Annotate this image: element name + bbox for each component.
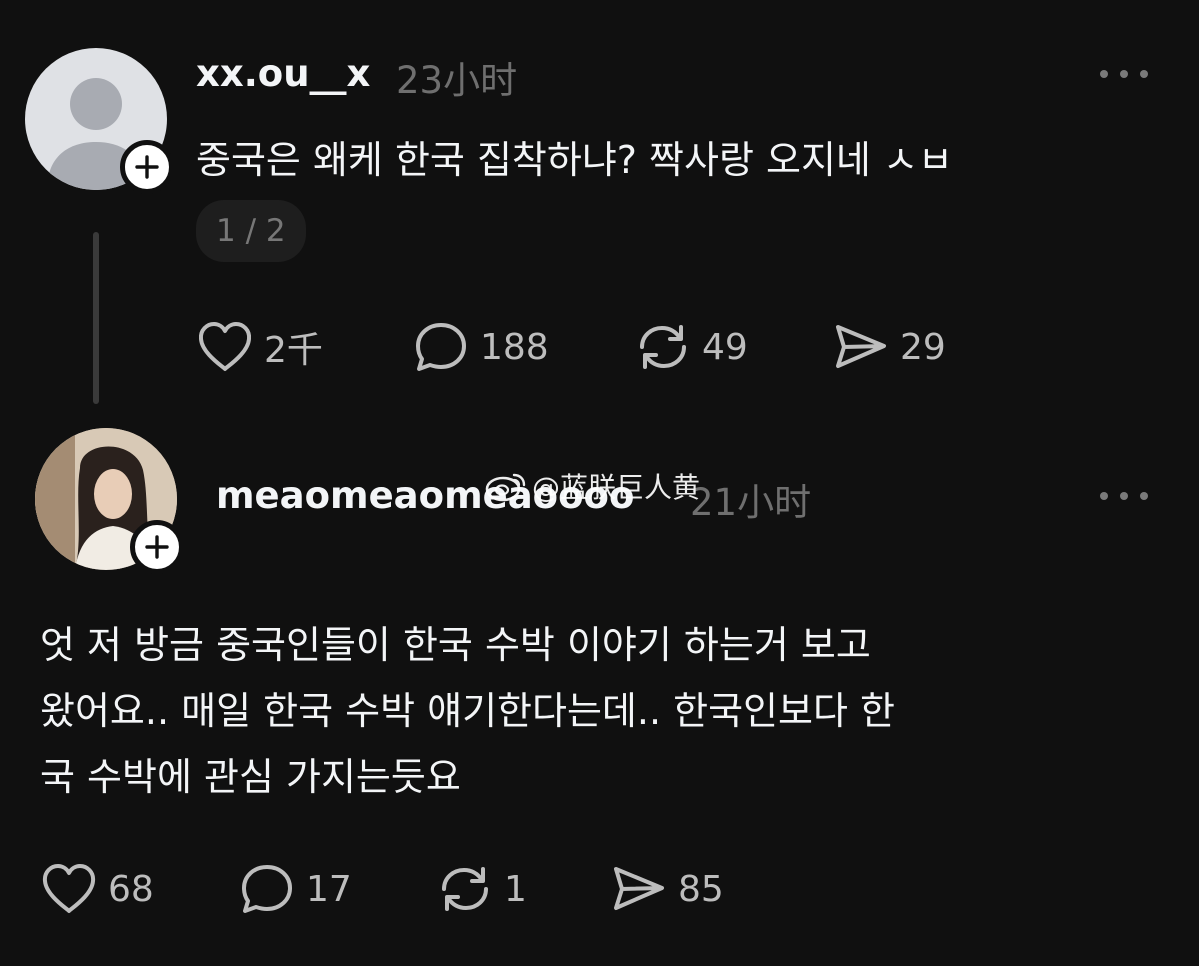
share-button[interactable]: 29	[832, 320, 946, 374]
post-text: 중국은 왜케 한국 집착하냐? 짝사랑 오지네 ㅅㅂ	[196, 130, 953, 190]
post-text-line: 왔어요.. 매일 한국 수박 얘기한다는데.. 한국인보다 한	[40, 689, 895, 733]
send-icon	[614, 867, 664, 910]
post-text-line: 국 수박에 관심 가지는듯요	[40, 755, 461, 799]
repost-button[interactable]: 1	[436, 862, 527, 916]
comment-icon	[416, 323, 466, 371]
more-options-icon[interactable]	[1100, 490, 1148, 502]
post-text-line: 엇 저 방금 중국인들이 한국 수박 이야기 하는거 보고	[40, 623, 871, 667]
thread-line	[93, 232, 99, 404]
reply-button[interactable]: 188	[412, 320, 549, 374]
heart-icon	[198, 322, 252, 371]
username[interactable]: xx.ou__x	[196, 52, 370, 95]
repost-count: 1	[504, 868, 527, 910]
repost-icon	[442, 867, 488, 911]
share-count: 85	[678, 868, 724, 910]
like-count: 2千	[264, 330, 323, 371]
share-count: 29	[900, 326, 946, 368]
plus-icon	[135, 155, 159, 179]
heart-icon	[42, 864, 96, 913]
weibo-logo-icon	[485, 473, 526, 502]
repost-button[interactable]: 49	[634, 320, 748, 374]
like-button[interactable]: 2千	[196, 320, 323, 374]
share-button[interactable]: 85	[610, 862, 724, 916]
post-text: 엇 저 방금 중국인들이 한국 수박 이야기 하는거 보고 왔어요.. 매일 한…	[40, 612, 895, 810]
repost-count: 49	[702, 326, 748, 368]
image-pager-badge: 1 / 2	[196, 200, 306, 262]
reply-count: 17	[306, 868, 352, 910]
comment-icon	[242, 865, 292, 913]
repost-icon	[640, 325, 686, 369]
weibo-watermark: @蓝朕巨人黄	[484, 466, 700, 506]
reply-count: 188	[480, 326, 549, 368]
timestamp: 23小时	[396, 59, 518, 102]
more-options-icon[interactable]	[1100, 68, 1148, 80]
post-text-line: 중국은 왜케 한국 집착하냐? 짝사랑 오지네 ㅅㅂ	[196, 138, 953, 182]
like-button[interactable]: 68	[40, 862, 154, 916]
plus-icon	[145, 535, 169, 559]
like-count: 68	[108, 868, 154, 910]
follow-button[interactable]	[120, 140, 174, 194]
watermark-text: @蓝朕巨人黄	[532, 471, 701, 504]
follow-button[interactable]	[130, 520, 184, 574]
send-icon	[836, 325, 886, 368]
reply-button[interactable]: 17	[238, 862, 352, 916]
timestamp: 21小时	[690, 481, 812, 524]
